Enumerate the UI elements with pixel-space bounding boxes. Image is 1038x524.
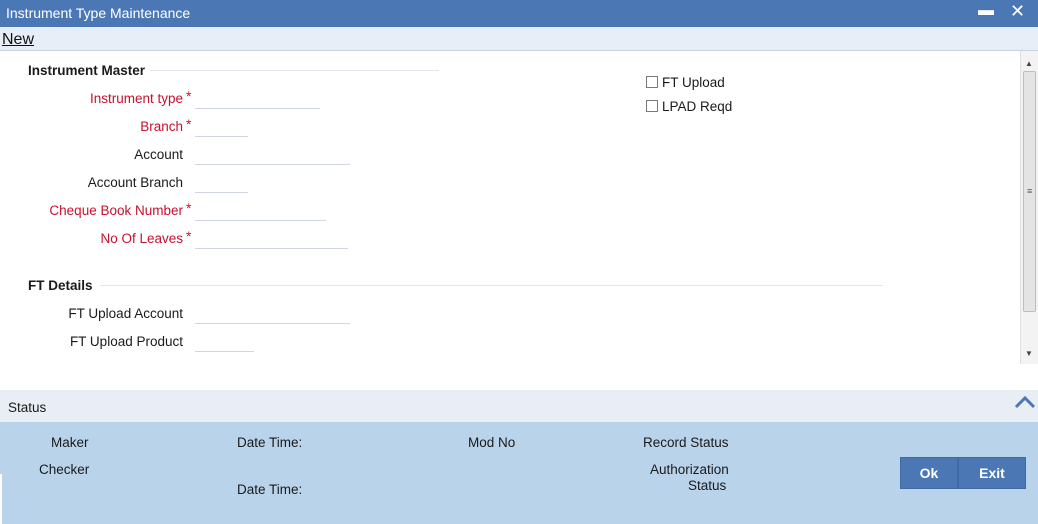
record-status-label: Record Status	[643, 435, 729, 450]
ok-button[interactable]: Ok	[900, 457, 958, 489]
new-link[interactable]: New	[2, 31, 34, 49]
scrollbar-thumb[interactable]: ≡	[1023, 71, 1036, 312]
ft-upload-label: FT Upload	[662, 75, 725, 90]
lpad-reqd-checkbox[interactable]	[646, 100, 658, 112]
section-divider	[150, 70, 439, 71]
maker-date-time-label: Date Time:	[237, 435, 303, 450]
cheque-book-number-input[interactable]	[195, 199, 326, 221]
required-mark: *	[186, 200, 192, 216]
ft-details-title: FT Details	[28, 278, 93, 293]
ft-upload-account-input[interactable]	[195, 302, 350, 324]
branch-input[interactable]	[195, 115, 248, 137]
checker-label: Checker	[39, 462, 90, 477]
window-title: Instrument Type Maintenance	[6, 5, 191, 21]
exit-button[interactable]: Exit	[958, 457, 1026, 489]
branch-label: Branch	[140, 119, 183, 134]
no-of-leaves-input[interactable]	[195, 227, 348, 249]
status-panel: Maker Checker Date Time: Date Time: Mod …	[0, 422, 1038, 524]
status-title: Status	[8, 400, 47, 415]
form-content: Instrument Master Instrument type * Bran…	[0, 51, 1020, 390]
account-branch-input[interactable]	[195, 171, 248, 193]
instrument-type-input[interactable]	[195, 87, 320, 109]
required-mark: *	[186, 88, 192, 104]
no-of-leaves-label: No Of Leaves	[100, 231, 183, 246]
status-header: Status	[0, 390, 1038, 422]
chevron-up-icon[interactable]	[1014, 392, 1036, 415]
account-branch-label: Account Branch	[87, 175, 183, 190]
close-icon[interactable]: ✕	[1010, 1, 1025, 22]
mod-no-label: Mod No	[468, 435, 516, 450]
grip-icon: ≡	[1027, 186, 1033, 196]
instrument-master-title: Instrument Master	[28, 63, 146, 78]
ft-upload-product-label: FT Upload Product	[69, 334, 183, 349]
checker-date-time-label: Date Time:	[237, 482, 303, 497]
ft-upload-product-input[interactable]	[195, 330, 254, 352]
minimize-icon[interactable]: ▬	[978, 2, 994, 20]
account-input[interactable]	[195, 143, 350, 165]
maker-label: Maker	[51, 435, 89, 450]
required-mark: *	[186, 228, 192, 244]
vertical-scrollbar[interactable]: ▲ ≡ ▼	[1020, 51, 1038, 364]
cheque-book-number-label: Cheque Book Number	[49, 203, 183, 218]
authorization-label: Authorization	[650, 462, 729, 477]
ft-upload-account-label: FT Upload Account	[68, 306, 183, 321]
instrument-type-label: Instrument type	[89, 91, 183, 106]
ft-upload-checkbox[interactable]	[646, 76, 658, 88]
toolbar: New	[0, 27, 1038, 51]
section-divider	[100, 285, 883, 286]
required-mark: *	[186, 116, 192, 132]
window-title-bar: Instrument Type Maintenance ▬ ✕	[0, 0, 1038, 27]
panel-edge	[0, 474, 2, 524]
account-label: Account	[134, 147, 183, 162]
lpad-reqd-label: LPAD Reqd	[662, 99, 733, 114]
scroll-down-icon[interactable]: ▼	[1025, 349, 1033, 358]
scroll-up-icon[interactable]: ▲	[1025, 59, 1033, 68]
authorization-status-label: Status	[688, 478, 727, 493]
